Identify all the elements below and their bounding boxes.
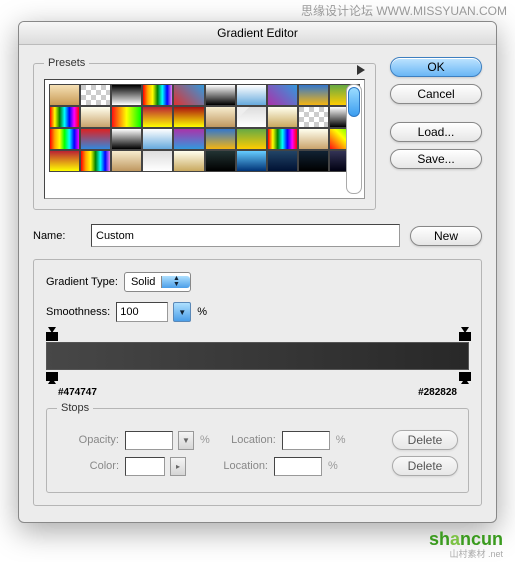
color-stop-right[interactable]: [459, 372, 469, 382]
stops-fieldset: Stops Opacity: ▼ % Location: % Delete Co…: [46, 402, 469, 493]
preset-swatch[interactable]: [173, 84, 204, 106]
preset-swatch[interactable]: [205, 106, 236, 128]
delete-color-stop-button[interactable]: Delete: [392, 456, 458, 476]
preset-swatch[interactable]: [298, 84, 329, 106]
opacity-unit: %: [200, 434, 210, 446]
gradient-bar[interactable]: [46, 342, 469, 370]
smoothness-dropdown-icon[interactable]: ▼: [173, 302, 191, 322]
presets-fieldset: Presets: [33, 57, 376, 210]
preset-swatch[interactable]: [111, 150, 142, 172]
preset-swatch[interactable]: [205, 150, 236, 172]
cancel-button[interactable]: Cancel: [390, 84, 482, 104]
color-location-label: Location:: [208, 460, 268, 472]
ok-button[interactable]: OK: [390, 57, 482, 77]
preset-swatch[interactable]: [142, 150, 173, 172]
preset-swatch[interactable]: [111, 106, 142, 128]
preset-swatch[interactable]: [267, 84, 298, 106]
preset-swatch[interactable]: [236, 84, 267, 106]
watermark-top: 思缘设计论坛 WWW.MISSYUAN.COM: [0, 0, 515, 21]
opacity-location-input[interactable]: [282, 431, 330, 450]
gradient-settings-fieldset: Gradient Type: Solid ▲▼ Smoothness: ▼ % …: [33, 259, 482, 506]
preset-swatch[interactable]: [236, 150, 267, 172]
opacity-input[interactable]: [125, 431, 173, 450]
presets-legend: Presets: [44, 57, 89, 69]
opacity-stop-left[interactable]: [46, 329, 56, 339]
presets-scrollbar[interactable]: [346, 84, 362, 194]
delete-opacity-stop-button[interactable]: Delete: [392, 430, 458, 450]
presets-panel: [44, 79, 365, 199]
save-button[interactable]: Save...: [390, 149, 482, 169]
right-hex-label: #282828: [418, 387, 457, 398]
flyout-menu-icon[interactable]: [357, 65, 365, 75]
new-button[interactable]: New: [410, 226, 482, 246]
preset-swatch[interactable]: [298, 106, 329, 128]
preset-swatch[interactable]: [173, 106, 204, 128]
name-input[interactable]: [91, 224, 400, 247]
smoothness-input[interactable]: [116, 302, 168, 322]
preset-swatch[interactable]: [80, 84, 111, 106]
opacity-location-label: Location:: [216, 434, 276, 446]
preset-swatch[interactable]: [142, 128, 173, 150]
preset-swatch[interactable]: [142, 84, 173, 106]
preset-swatch[interactable]: [205, 84, 236, 106]
preset-swatch[interactable]: [173, 150, 204, 172]
preset-swatch[interactable]: [267, 150, 298, 172]
preset-swatch[interactable]: [49, 84, 80, 106]
gradient-ramp-editor[interactable]: #474747 #282828: [46, 332, 469, 394]
gradient-type-label: Gradient Type:: [46, 276, 118, 288]
preset-swatch[interactable]: [298, 128, 329, 150]
select-arrows-icon: ▲▼: [161, 276, 190, 288]
color-well[interactable]: [125, 457, 165, 476]
color-location-input[interactable]: [274, 457, 322, 476]
preset-swatch[interactable]: [142, 106, 173, 128]
scrollbar-thumb[interactable]: [348, 87, 360, 117]
gradient-type-value: Solid: [125, 276, 161, 288]
color-stop-left[interactable]: [46, 372, 56, 382]
color-location-unit: %: [328, 460, 338, 472]
preset-swatch[interactable]: [173, 128, 204, 150]
smoothness-label: Smoothness:: [46, 306, 110, 318]
preset-swatch[interactable]: [111, 84, 142, 106]
preset-swatch-grid: [49, 84, 360, 172]
watermark-logo: shancun 山村素材 .net: [0, 523, 515, 562]
dialog-title: Gradient Editor: [19, 22, 496, 45]
preset-swatch[interactable]: [49, 106, 80, 128]
name-label: Name:: [33, 230, 81, 242]
preset-swatch[interactable]: [298, 150, 329, 172]
preset-swatch[interactable]: [80, 128, 111, 150]
preset-swatch[interactable]: [267, 106, 298, 128]
preset-swatch[interactable]: [49, 128, 80, 150]
preset-swatch[interactable]: [111, 128, 142, 150]
opacity-label: Opacity:: [57, 434, 119, 446]
preset-swatch[interactable]: [236, 128, 267, 150]
gradient-type-select[interactable]: Solid ▲▼: [124, 272, 191, 292]
preset-swatch[interactable]: [205, 128, 236, 150]
gradient-editor-dialog: Gradient Editor Presets OK Cancel: [18, 21, 497, 523]
stops-legend: Stops: [57, 402, 93, 414]
preset-swatch[interactable]: [267, 128, 298, 150]
opacity-stop-right[interactable]: [459, 329, 469, 339]
color-label: Color:: [57, 460, 119, 472]
load-button[interactable]: Load...: [390, 122, 482, 142]
preset-swatch[interactable]: [49, 150, 80, 172]
preset-swatch[interactable]: [236, 106, 267, 128]
smoothness-unit: %: [197, 306, 207, 318]
left-hex-label: #474747: [58, 387, 97, 398]
opacity-location-unit: %: [336, 434, 346, 446]
preset-swatch[interactable]: [80, 106, 111, 128]
color-dropdown-icon[interactable]: ▸: [170, 457, 186, 476]
preset-swatch[interactable]: [80, 150, 111, 172]
opacity-dropdown-icon[interactable]: ▼: [178, 431, 194, 450]
